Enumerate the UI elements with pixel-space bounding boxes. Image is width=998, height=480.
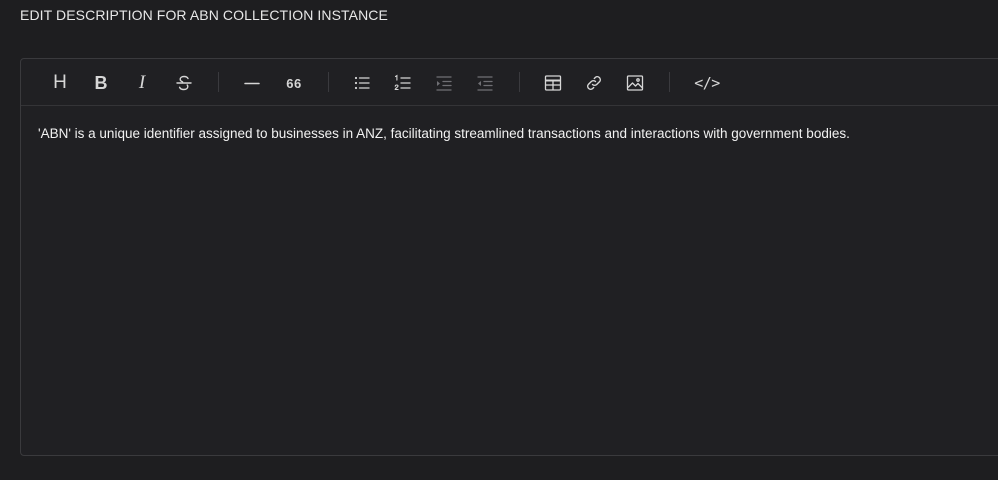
page-title: EDIT DESCRIPTION FOR ABN COLLECTION INST… [20,7,388,23]
bold-icon: B [94,72,108,93]
strikethrough-icon [176,75,192,91]
edit-description-page: EDIT DESCRIPTION FOR ABN COLLECTION INST… [0,0,998,480]
ordered-list-icon [394,74,411,91]
table-button[interactable] [540,70,566,96]
outdent-button[interactable] [472,70,498,96]
table-icon [544,75,562,91]
toolbar-divider [328,72,329,92]
bullet-list-button[interactable] [349,70,375,96]
strikethrough-button[interactable] [171,70,197,96]
link-icon [587,76,601,90]
image-icon [626,75,644,91]
heading-icon: H [53,72,67,93]
quote-button[interactable]: 66 [281,70,307,96]
italic-icon: I [138,72,146,93]
quote-icon: 66 [286,75,302,91]
code-button[interactable]: </> [692,70,722,96]
horizontal-rule-button[interactable] [239,70,265,96]
image-button[interactable] [622,70,648,96]
editor-toolbar: H B I 66 </> [21,59,998,106]
indent-icon [436,76,452,91]
ordered-list-button[interactable] [390,70,416,96]
bold-button[interactable]: B [88,70,114,96]
horizontal-rule-icon [244,82,260,85]
editor-content[interactable]: 'ABN' is a unique identifier assigned to… [38,125,989,143]
toolbar-divider [218,72,219,92]
description-editor[interactable]: H B I 66 </> 'ABN' is a unique identifie… [20,58,998,456]
code-icon: </> [694,74,720,92]
bullet-list-icon [354,76,370,90]
link-button[interactable] [581,70,607,96]
toolbar-divider [519,72,520,92]
indent-button[interactable] [431,70,457,96]
toolbar-divider [669,72,670,92]
heading-button[interactable]: H [47,70,73,96]
outdent-icon [477,76,493,91]
italic-button[interactable]: I [129,70,155,96]
